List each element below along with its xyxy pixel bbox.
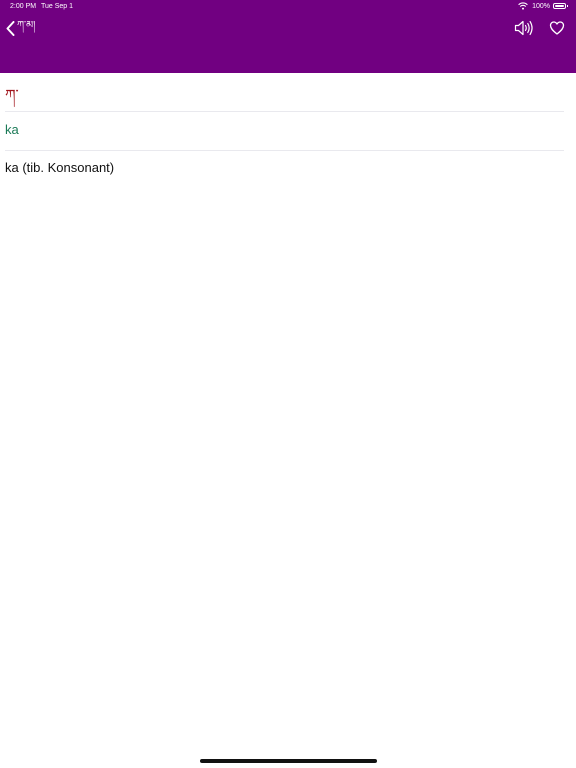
back-button-label: ཀ་མ། xyxy=(17,20,36,31)
battery-icon xyxy=(553,3,568,9)
home-indicator[interactable] xyxy=(200,759,377,763)
romanization-row: ka xyxy=(0,112,576,151)
navigation-bar: 2:00 PM Tue Sep 1 100% ཀ་མ། xyxy=(0,0,576,73)
translation: ka (tib. Konsonant) xyxy=(5,160,115,175)
wifi-icon xyxy=(518,2,528,10)
translation-row: ka (tib. Konsonant) xyxy=(0,151,576,190)
back-button[interactable]: ཀ་མ། xyxy=(6,19,35,37)
screen: 2:00 PM Tue Sep 1 100% ཀ་མ། ཀ་ ka ka (ti… xyxy=(0,0,576,768)
status-date: Tue Sep 1 xyxy=(41,3,74,10)
chevron-left-icon xyxy=(6,20,15,36)
speaker-icon xyxy=(514,20,533,36)
status-time: 2:00 PM xyxy=(10,3,37,10)
speaker-button[interactable] xyxy=(514,19,534,37)
romanization: ka xyxy=(5,122,19,137)
tibetan-row: ཀ་ xyxy=(0,73,576,112)
battery-nub xyxy=(566,5,568,7)
battery-fill xyxy=(555,5,564,7)
heart-icon xyxy=(549,21,565,35)
status-bar: 2:00 PM Tue Sep 1 100% xyxy=(0,0,576,14)
status-indicators: 100% xyxy=(518,2,568,10)
entry-detail: ཀ་ ka ka (tib. Konsonant) xyxy=(0,73,576,190)
favorite-button[interactable] xyxy=(549,20,565,36)
battery-percentage: 100% xyxy=(532,2,550,10)
